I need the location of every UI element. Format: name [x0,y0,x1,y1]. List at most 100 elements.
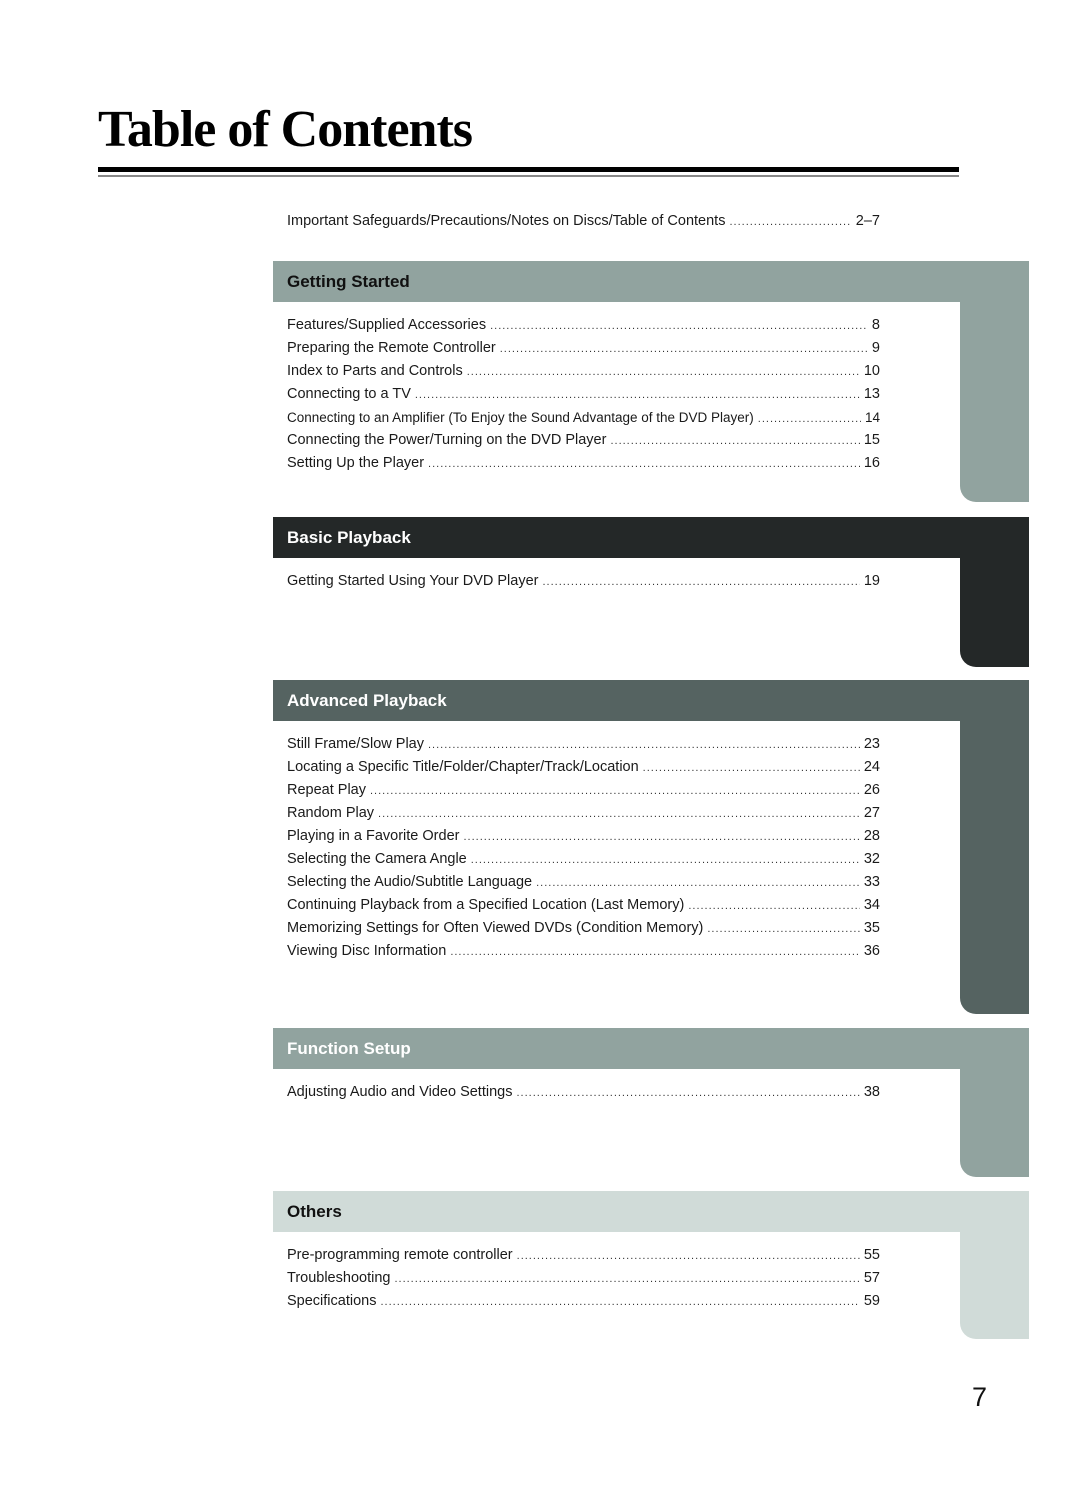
leader-dots [610,430,859,453]
entry-page: 33 [863,874,880,890]
entry-page: 9 [871,340,880,356]
entry-page: 19 [863,573,880,589]
entry-title: Setting Up the Player [287,455,425,471]
entry-page: 35 [863,920,880,936]
section-tab[interactable] [960,517,1029,667]
entry-title: Adjusting Audio and Video Settings [287,1084,513,1100]
entry-page: 57 [863,1270,880,1286]
toc-entry[interactable]: Still Frame/Slow Play 23 [287,733,880,756]
toc-entry[interactable]: Connecting the Power/Turning on the DVD … [287,429,880,452]
leader-dots [394,1268,859,1291]
entry-list: Pre-programming remote controller 55 Troub… [287,1244,880,1313]
leader-dots [517,1245,860,1268]
title-rule-thick [98,167,959,172]
leader-dots [516,1082,859,1105]
intro-entry[interactable]: Important Safeguards/Precautions/Notes o… [287,210,880,233]
toc-entry[interactable]: Index to Parts and Controls 10 [287,360,880,383]
leader-dots [415,384,860,407]
toc-entry[interactable]: Connecting to a TV 13 [287,383,880,406]
toc-entry[interactable]: Repeat Play 26 [287,779,880,802]
entry-title: Connecting to a TV [287,386,411,402]
toc-entry[interactable]: Features/Supplied Accessories 8 [287,314,880,337]
entry-title: Repeat Play [287,782,366,798]
toc-entry[interactable]: Playing in a Favorite Order 28 [287,825,880,848]
entry-list: Getting Started Using Your DVD Player 19 [287,570,880,593]
entry-page: 16 [863,455,880,471]
entry-list: Features/Supplied Accessories 8 Preparing … [287,314,880,475]
entry-page: 24 [863,759,880,775]
entry-page: 38 [863,1084,880,1100]
leader-dots [463,826,859,849]
entry-title: Index to Parts and Controls [287,363,463,379]
entry-page: 2–7 [855,213,880,229]
entry-title: Viewing Disc Information [287,943,447,959]
leader-dots [450,941,860,964]
leader-dots [378,803,860,826]
leader-dots [707,918,860,941]
entry-page: 26 [863,782,880,798]
toc-entry[interactable]: Connecting to an Amplifier (To Enjoy the… [287,406,880,429]
page-title: Table of Contents [98,101,473,158]
toc-entry[interactable]: Troubleshooting 57 [287,1267,880,1290]
section-heading: Function Setup [287,1039,411,1058]
toc-entry[interactable]: Specifications 59 [287,1290,880,1313]
entry-title: Selecting the Audio/Subtitle Language [287,874,533,890]
entry-page: 8 [871,317,880,333]
leader-dots [758,408,861,431]
leader-dots [729,211,851,234]
section-heading: Basic Playback [287,528,411,547]
leader-dots [542,571,859,594]
entry-title: Getting Started Using Your DVD Player [287,573,539,589]
entry-title: Random Play [287,805,375,821]
entry-title: Selecting the Camera Angle [287,851,467,867]
entry-title: Connecting to an Amplifier (To Enjoy the… [287,410,754,425]
leader-dots [536,872,860,895]
entry-title: Specifications [287,1293,377,1309]
entry-page: 59 [863,1293,880,1309]
entry-title: Features/Supplied Accessories [287,317,487,333]
leader-dots [428,453,860,476]
leader-dots [471,849,860,872]
leader-dots [643,757,860,780]
section-heading: Others [287,1202,342,1221]
toc-entry[interactable]: Adjusting Audio and Video Settings 38 [287,1081,880,1104]
toc-entry[interactable]: Continuing Playback from a Specified Loc… [287,894,880,917]
toc-entry[interactable]: Selecting the Audio/Subtitle Language 33 [287,871,880,894]
entry-title: Locating a Specific Title/Folder/Chapter… [287,759,639,775]
entry-page: 28 [863,828,880,844]
section-tab[interactable] [960,261,1029,502]
toc-entry[interactable]: Viewing Disc Information 36 [287,940,880,963]
leader-dots [380,1291,859,1314]
entry-title: Still Frame/Slow Play [287,736,424,752]
entry-title: Continuing Playback from a Specified Loc… [287,897,685,913]
toc-entry[interactable]: Selecting the Camera Angle 32 [287,848,880,871]
entry-page: 13 [863,386,880,402]
toc-entry[interactable]: Random Play 27 [287,802,880,825]
toc-entry[interactable]: Getting Started Using Your DVD Player 19 [287,570,880,593]
toc-entry[interactable]: Preparing the Remote Controller 9 [287,337,880,360]
section-heading: Advanced Playback [287,691,447,710]
entry-page: 23 [863,736,880,752]
entry-page: 27 [863,805,880,821]
leader-dots [490,315,868,338]
entry-title: Memorizing Settings for Often Viewed DVD… [287,920,704,936]
toc-entry[interactable]: Locating a Specific Title/Folder/Chapter… [287,756,880,779]
entry-page: 14 [864,410,880,425]
section-tab[interactable] [960,680,1029,1014]
section-heading: Getting Started [287,272,410,291]
section-tab[interactable] [960,1028,1029,1177]
entry-title: Pre-programming remote controller [287,1247,513,1263]
title-rule-thin [98,175,959,177]
toc-entry[interactable]: Pre-programming remote controller 55 [287,1244,880,1267]
toc-entry[interactable]: Setting Up the Player 16 [287,452,880,475]
entry-title: Connecting the Power/Turning on the DVD … [287,432,607,448]
leader-dots [428,734,860,757]
toc-entry[interactable]: Important Safeguards/Precautions/Notes o… [287,210,880,233]
entry-title: Troubleshooting [287,1270,391,1286]
toc-entry[interactable]: Memorizing Settings for Often Viewed DVD… [287,917,880,940]
leader-dots [370,780,860,803]
entry-list: Still Frame/Slow Play 23 Locating a Specif… [287,733,880,963]
section-tab[interactable] [960,1191,1029,1339]
entry-page: 55 [863,1247,880,1263]
entry-title: Important Safeguards/Precautions/Notes o… [287,213,726,229]
